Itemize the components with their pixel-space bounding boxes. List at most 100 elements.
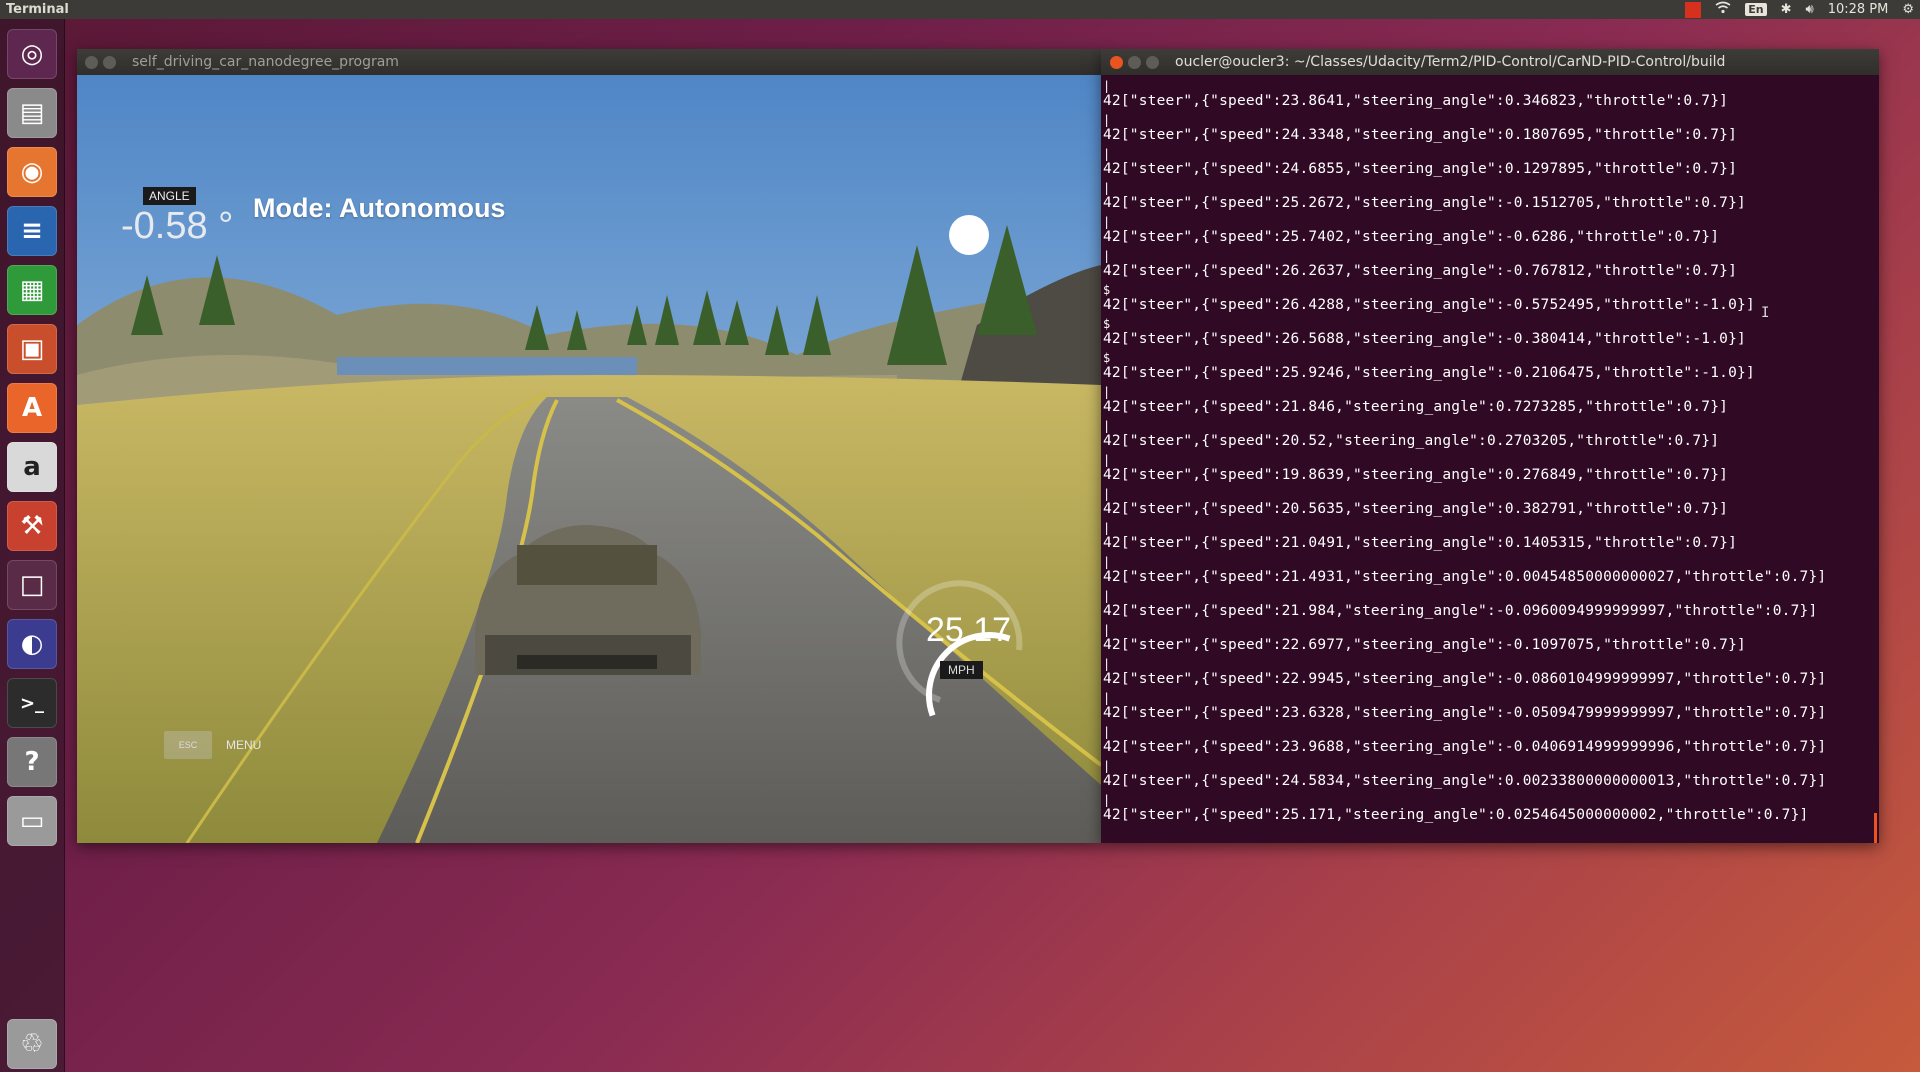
terminal-line: 42["steer",{"speed":25.2672,"steering_an… (1103, 195, 1746, 211)
terminal-line-prefix: | (1103, 419, 1111, 433)
terminal-line-prefix: | (1103, 79, 1111, 93)
keyboard-layout-indicator[interactable]: En (1745, 3, 1767, 16)
launcher-drive[interactable]: ▭ (7, 796, 57, 846)
terminal-line-prefix: | (1103, 725, 1111, 739)
firefox-icon: ◉ (20, 157, 44, 187)
simulator-window-title: self_driving_car_nanodegree_program (132, 54, 399, 70)
launcher: ◎ ▤ ◉ ≡ ▦ ▣ Aa ⚒ □ ◐ >_? ▭ ♲ (0, 19, 65, 1072)
minimize-icon[interactable] (103, 55, 116, 69)
launcher-firefox[interactable]: ◉ (7, 147, 57, 197)
terminal-line: 42["steer",{"speed":24.5834,"steering_an… (1103, 773, 1827, 789)
launcher-libreoffice-impress[interactable]: ▣ (7, 324, 57, 374)
terminal-line-prefix: $ (1103, 317, 1111, 331)
terminal-cursor (1874, 813, 1877, 843)
amazon-icon: a (23, 452, 41, 482)
terminal-line: 42["steer",{"speed":24.3348,"steering_an… (1103, 127, 1738, 143)
terminal-window[interactable]: oucler@oucler3: ~/Classes/Udacity/Term2/… (1101, 49, 1879, 843)
wifi-icon[interactable] (1715, 1, 1731, 18)
terminal-line: 42["steer",{"speed":26.4288,"steering_an… (1103, 297, 1755, 313)
launcher-workspace-switcher[interactable]: □ (7, 560, 57, 610)
ibeam-cursor-icon: I (1761, 305, 1770, 321)
indicator-area: En ✱ 🔊︎ 10:28 PM ⚙ (1685, 0, 1914, 19)
terminal-line: 42["steer",{"speed":25.7402,"steering_an… (1103, 229, 1720, 245)
terminal-line-prefix: | (1103, 555, 1111, 569)
terminal-line-prefix: $ (1103, 351, 1111, 365)
launcher-system-settings[interactable]: ⚒ (7, 501, 57, 551)
launcher-libreoffice-writer[interactable]: ≡ (7, 206, 57, 256)
angle-value: -0.58 ° (121, 205, 234, 247)
terminal-line-prefix: | (1103, 147, 1111, 161)
terminal-line: 42["steer",{"speed":23.8641,"steering_an… (1103, 93, 1729, 109)
launcher-libreoffice-calc[interactable]: ▦ (7, 265, 57, 315)
angle-label: ANGLE (143, 187, 196, 205)
terminal-line-prefix: $ (1103, 283, 1111, 297)
launcher-ubuntu-software[interactable]: A (7, 383, 57, 433)
terminal-line: 42["steer",{"speed":22.9945,"steering_an… (1103, 671, 1827, 687)
volume-icon[interactable]: 🔊︎ (1805, 2, 1813, 17)
launcher-ubuntu-dash[interactable]: ◎ (7, 29, 57, 79)
terminal-line-prefix: | (1103, 385, 1111, 399)
workspaces-icon: □ (19, 570, 45, 600)
settings-gear-icon[interactable]: ⚙ (1902, 2, 1914, 17)
terminal-line: 42["steer",{"speed":23.9688,"steering_an… (1103, 739, 1827, 755)
launcher-files[interactable]: ▤ (7, 88, 57, 138)
close-icon[interactable] (85, 55, 98, 69)
scene-graphic (77, 75, 1101, 843)
drive-icon: ▭ (19, 806, 45, 836)
terminal-line-prefix: | (1103, 215, 1111, 229)
terminal-line: 42["steer",{"speed":25.9246,"steering_an… (1103, 365, 1755, 381)
terminal-titlebar[interactable]: oucler@oucler3: ~/Classes/Udacity/Term2/… (1101, 49, 1879, 75)
terminal-window-title: oucler@oucler3: ~/Classes/Udacity/Term2/… (1175, 54, 1726, 70)
terminal-line-prefix: | (1103, 657, 1111, 671)
terminal-line: 42["steer",{"speed":20.5635,"steering_an… (1103, 501, 1729, 517)
ubuntu-logo-icon: ◎ (20, 39, 44, 69)
simulator-scene[interactable]: ANGLE -0.58 ° Mode: Autonomous 25.17 MPH… (77, 75, 1101, 843)
terminal-line: 42["steer",{"speed":21.846,"steering_ang… (1103, 399, 1729, 415)
close-icon[interactable] (1110, 55, 1123, 69)
maximize-icon[interactable] (1146, 55, 1159, 69)
bluetooth-icon[interactable]: ✱ (1781, 2, 1792, 17)
clock[interactable]: 10:28 PM (1828, 2, 1889, 17)
impress-slides-icon: ▣ (19, 334, 45, 364)
launcher-terminal[interactable]: >_ (7, 678, 57, 728)
question-mark-icon: ? (24, 747, 40, 777)
launcher-amazon[interactable]: a (7, 442, 57, 492)
terminal-line: 42["steer",{"speed":20.52,"steering_angl… (1103, 433, 1720, 449)
calc-spreadsheet-icon: ▦ (19, 275, 45, 305)
sun (949, 215, 989, 255)
menu-label[interactable]: MENU (226, 738, 261, 752)
record-icon[interactable] (1685, 1, 1702, 18)
launcher-help[interactable]: ? (7, 737, 57, 787)
terminal-line-prefix: | (1103, 113, 1111, 127)
terminal-line: 42["steer",{"speed":24.6855,"steering_an… (1103, 161, 1738, 177)
terminal-line: 42["steer",{"speed":25.171,"steering_ang… (1103, 807, 1809, 823)
terminal-line: 42["steer",{"speed":19.8639,"steering_an… (1103, 467, 1729, 483)
mode-label: Mode: Autonomous (253, 193, 506, 223)
launcher-eclipse[interactable]: ◐ (7, 619, 57, 669)
speed-value: 25.17 (926, 611, 1012, 649)
terminal-line: 42["steer",{"speed":23.6328,"steering_an… (1103, 705, 1827, 721)
terminal-line-prefix: | (1103, 759, 1111, 773)
terminal-line-prefix: | (1103, 691, 1111, 705)
launcher-trash[interactable]: ♲ (7, 1019, 57, 1069)
terminal-line: 42["steer",{"speed":21.0491,"steering_an… (1103, 535, 1738, 551)
wrench-gear-icon: ⚒ (20, 511, 44, 541)
terminal-line: 42["steer",{"speed":21.4931,"steering_an… (1103, 569, 1827, 585)
simulator-window[interactable]: self_driving_car_nanodegree_program ANGL… (77, 49, 1101, 843)
terminal-line-prefix: | (1103, 181, 1111, 195)
writer-document-icon: ≡ (21, 216, 43, 246)
terminal-line-prefix: | (1103, 453, 1111, 467)
terminal-line: 42["steer",{"speed":26.5688,"steering_an… (1103, 331, 1746, 347)
terminal-body[interactable]: | 42["steer",{"speed":23.8641,"steering_a… (1101, 75, 1879, 843)
terminal-line-prefix: | (1103, 487, 1111, 501)
simulator-titlebar[interactable]: self_driving_car_nanodegree_program (77, 49, 1101, 75)
terminal-prompt-icon: >_ (19, 692, 45, 714)
terminal-line-prefix: | (1103, 589, 1111, 603)
terminal-line-prefix: | (1103, 521, 1111, 535)
terminal-line-prefix: | (1103, 793, 1111, 807)
minimize-icon[interactable] (1128, 55, 1141, 69)
terminal-line-prefix: | (1103, 249, 1111, 263)
speed-unit: MPH (940, 661, 983, 679)
lake (337, 357, 637, 375)
esc-button[interactable]: ESC (164, 731, 212, 759)
